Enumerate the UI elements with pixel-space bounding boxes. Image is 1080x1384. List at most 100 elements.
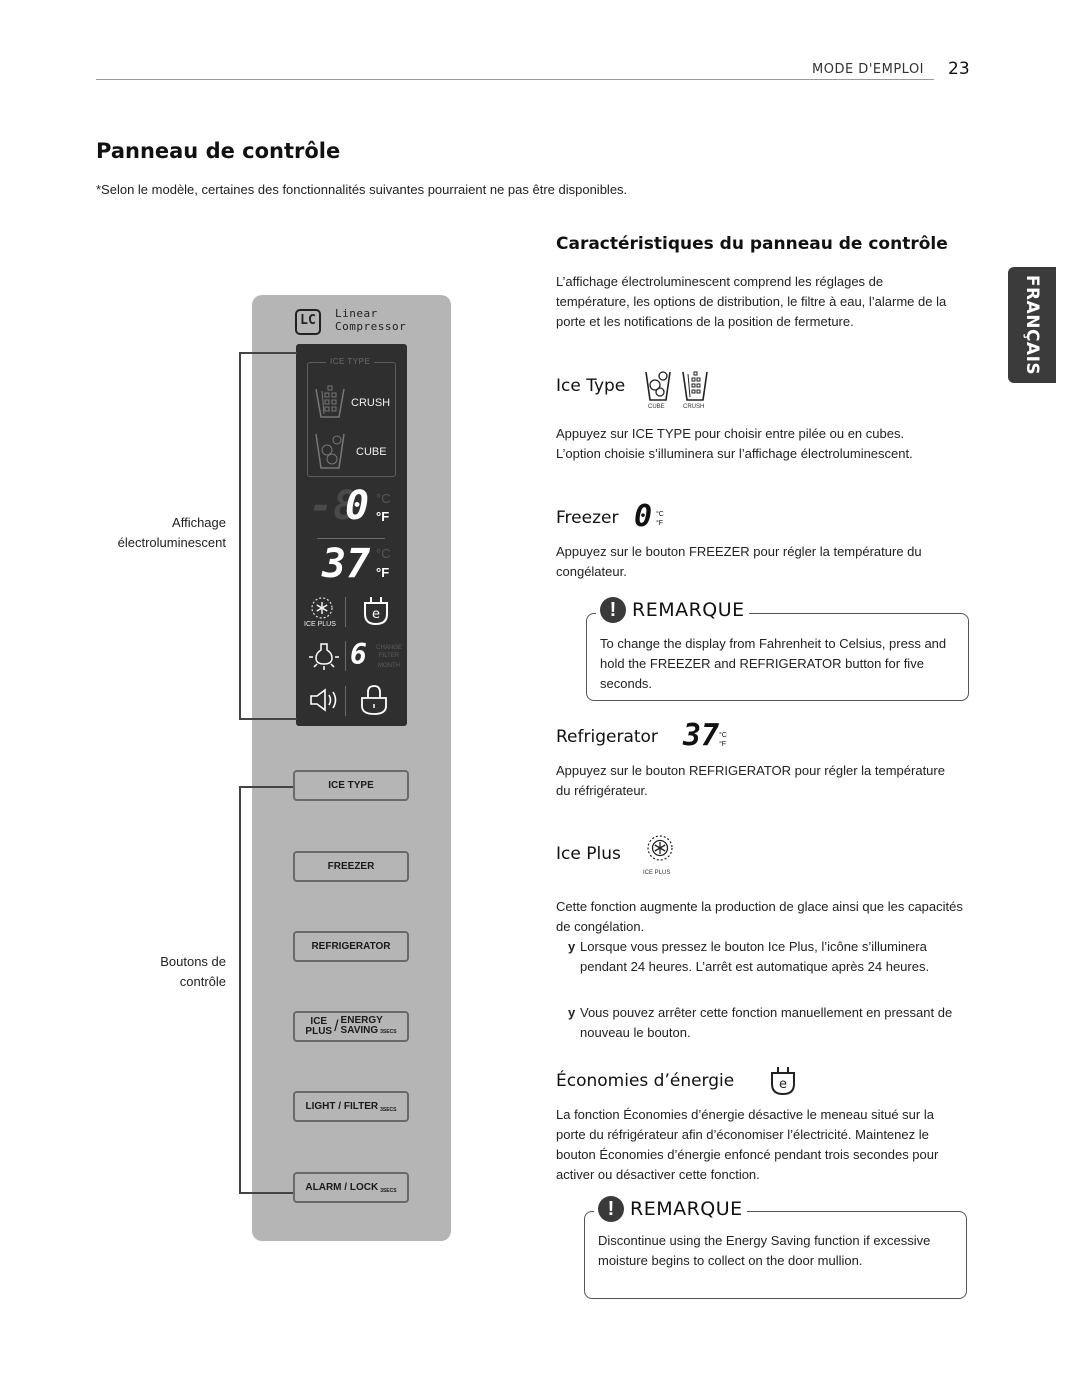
header-divider [96, 79, 934, 80]
change-filter-label: CHANGE FILTER [376, 645, 402, 659]
bullet-marker: y [568, 1005, 576, 1020]
features-heading: Caractéristiques du panneau de contrôle [556, 234, 948, 254]
freezer-heading: Freezer [556, 508, 619, 528]
language-tab: FRANÇAIS [1008, 267, 1056, 383]
ice-plus-icon-label: ICE PLUS [643, 870, 671, 876]
filter-month-label: MONTH [378, 663, 400, 669]
logo-line-2: Compressor [335, 320, 407, 333]
freezer-text: Appuyez sur le bouton FREEZER pour régle… [556, 544, 922, 579]
ice-plus-text: Cette fonction augmente la production de… [556, 899, 963, 934]
cube-icon [645, 371, 671, 401]
energy-saving-icon: e [771, 1067, 795, 1096]
fridge-unit-f: °F [376, 565, 390, 580]
light-filter-button[interactable]: LIGHT / FILTER 3SECS [293, 1091, 409, 1122]
ice-type-button-label: ICE TYPE [328, 780, 374, 791]
cube-ice-icon [315, 433, 345, 469]
ice-plus-display-icon [311, 597, 333, 619]
note-2-title: REMARQUE [630, 1198, 743, 1220]
page-title: Panneau de contrôle [96, 139, 341, 163]
alarm-speaker-display-icon [310, 688, 337, 712]
refrigerator-heading: Refrigerator [556, 727, 658, 747]
refrigerator-units: °C °F [719, 731, 727, 749]
refrigerator-button[interactable]: REFRIGERATOR [293, 931, 409, 962]
display-separator [345, 597, 346, 627]
language-tab-label: FRANÇAIS [1022, 274, 1042, 376]
hold-3secs-label: 3SECS [380, 1029, 397, 1035]
ice-type-display-label: ICE TYPE [326, 357, 375, 366]
display-separator [345, 641, 346, 671]
refrigerator-text: Appuyez sur le bouton REFRIGERATOR pour … [556, 763, 945, 798]
crush-ice-icon [315, 385, 345, 418]
lock-display-icon [361, 685, 387, 715]
display-callout-label: Affichage électroluminescent [96, 513, 226, 553]
note-2-text: Discontinue using the Energy Saving func… [598, 1233, 931, 1268]
ice-plus-heading: Ice Plus [556, 844, 621, 864]
note-1-header: ! REMARQUE [596, 597, 749, 623]
unit-f: °F [719, 741, 727, 748]
ice-plus-display-label: ICE PLUS [304, 621, 336, 628]
linear-compressor-logo-icon: LC [295, 309, 321, 335]
logo-line-1: Linear [335, 307, 378, 320]
crush-icon-label: CRUSH [683, 404, 705, 410]
filter-months-digit: 6 [350, 638, 367, 671]
linear-compressor-text: Linear Compressor [335, 307, 406, 333]
exclamation-icon: ! [598, 1196, 624, 1222]
crush-display-label: CRUSH [351, 397, 391, 409]
ice-type-heading: Ice Type [556, 376, 626, 396]
refrigerator-digits-icon: 37 [683, 718, 720, 753]
energy-saving-heading: Économies d’énergie [556, 1071, 735, 1091]
refrigerator-button-label: REFRIGERATOR [311, 941, 391, 952]
features-intro: L’affichage électroluminescent comprend … [556, 274, 947, 329]
unit-c: °C [656, 511, 664, 518]
ice-plus-bullet-2: y Vous pouvez arrêter cette fonction man… [568, 1003, 968, 1043]
header-section-label: MODE D'EMPLOI [812, 62, 925, 77]
buttons-callout-line-1: Boutons de [160, 954, 226, 969]
display-callout-line-2: électroluminescent [117, 535, 226, 550]
fridge-unit-c: °C [376, 546, 391, 561]
svg-text:e: e [779, 1077, 787, 1092]
cube-icon-label: CUBE [648, 404, 665, 410]
unit-f: °F [656, 520, 664, 527]
page-number: 23 [948, 59, 970, 79]
energy-saving-display-icon: e [364, 597, 388, 626]
unit-c: °C [719, 732, 727, 739]
light-filter-button-label: LIGHT / FILTER [305, 1101, 379, 1112]
buttons-bracket [239, 786, 297, 1194]
energy-saving-text: La fonction Économies d’énergie désactiv… [556, 1107, 939, 1182]
hold-3secs-label: 3SECS [380, 1188, 397, 1194]
light-bulb-display-icon [309, 643, 339, 670]
display-callout-line-1: Affichage [172, 515, 226, 530]
exclamation-icon: ! [600, 597, 626, 623]
bullet-text: Lorsque vous pressez le bouton Ice Plus,… [580, 939, 930, 974]
freezer-temperature-digit: 0 [345, 483, 370, 529]
ice-plus-label: ICE PLUS [305, 1015, 333, 1037]
cube-display-label: CUBE [356, 446, 387, 458]
buttons-callout-line-2: contrôle [179, 974, 226, 989]
note-1-text: To change the display from Fahrenheit to… [600, 636, 947, 691]
hold-3secs-label: 3SECS [380, 1107, 397, 1113]
ice-plus-energy-saving-button[interactable]: ICE PLUS / ENERGY SAVING 3SECS [293, 1011, 409, 1042]
ice-plus-icon [647, 835, 673, 861]
freezer-button-label: FREEZER [327, 861, 375, 872]
slash-separator: / [334, 1017, 339, 1035]
saving-label-bottom: SAVING [340, 1025, 379, 1036]
freezer-units: °C °F [656, 510, 664, 528]
refrigerator-temperature-digits: 37 [322, 541, 371, 587]
note-1-title: REMARQUE [632, 599, 745, 621]
freezer-unit-c: °C [376, 491, 391, 506]
freezer-unit-f: °F [376, 509, 390, 524]
display-separator [345, 686, 346, 716]
ice-label-top: ICE [310, 1015, 328, 1027]
freezer-button[interactable]: FREEZER [293, 851, 409, 882]
ice-type-button[interactable]: ICE TYPE [293, 770, 409, 801]
availability-note: *Selon le modèle, certaines des fonction… [96, 182, 628, 197]
svg-text:e: e [372, 607, 380, 622]
buttons-callout-label: Boutons de contrôle [96, 952, 226, 992]
crush-icon [682, 371, 708, 401]
bullet-text: Vous pouvez arrêter cette fonction manue… [580, 1005, 953, 1040]
ice-type-text: Appuyez sur ICE TYPE pour choisir entre … [556, 426, 913, 461]
display-bracket [239, 352, 297, 720]
alarm-lock-button[interactable]: ALARM / LOCK 3SECS [293, 1172, 409, 1203]
plus-label-bottom: PLUS [305, 1025, 333, 1037]
energy-saving-label: ENERGY SAVING 3SECS [341, 1016, 397, 1037]
